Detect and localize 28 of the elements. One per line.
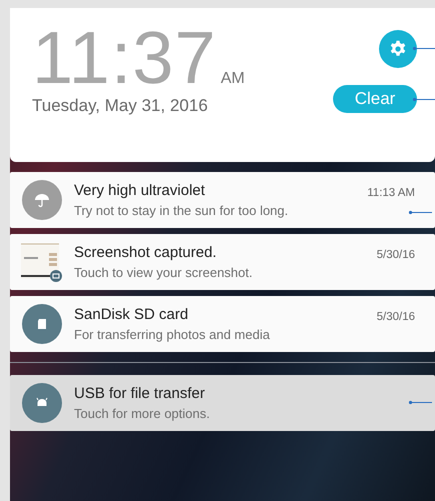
leader-line [408,210,432,215]
notification-title: Screenshot captured. [74,244,218,261]
notification-card[interactable]: Screenshot captured. Touch to view your screenshot. 5/30/16 [10,234,435,290]
clock-time: 11:37 [32,22,217,94]
leader-line [412,46,435,51]
leader-line [412,97,435,102]
notification-title: Very high ultraviolet [74,182,206,199]
notification-text: Touch for more options. [74,406,211,421]
notification-text: Touch to view your screenshot. [74,265,254,280]
notification-time: 5/30/16 [376,249,415,261]
clock-date: Tuesday, May 31, 2016 [32,96,208,116]
leader-line [408,400,432,405]
clock-meridiem: AM [220,70,245,88]
umbrella-icon [22,180,62,220]
notification-title: USB for file transfer [74,385,206,402]
settings-button[interactable] [379,30,417,68]
notification-time: 5/30/16 [376,311,415,323]
notification-text: For transferring photos and media [74,327,271,342]
settings-icon [389,40,407,58]
notification-text: Try not to stay in the sun for too long. [74,203,290,218]
notification-card[interactable]: Very high ultraviolet Try not to stay in the sun for too long. 11:13 AM [10,172,435,228]
notification-time: 11:13 AM [367,187,415,199]
notification-card[interactable]: SanDisk SD card For transferring photos and media 5/30/16 [10,296,435,352]
sd-card-icon [22,304,62,344]
android-icon [22,383,62,423]
screenshot-thumbnail-icon [21,241,63,283]
notification-title: SanDisk SD card [74,306,190,323]
notification-card[interactable]: USB for file transfer Touch for more options. [10,375,435,431]
